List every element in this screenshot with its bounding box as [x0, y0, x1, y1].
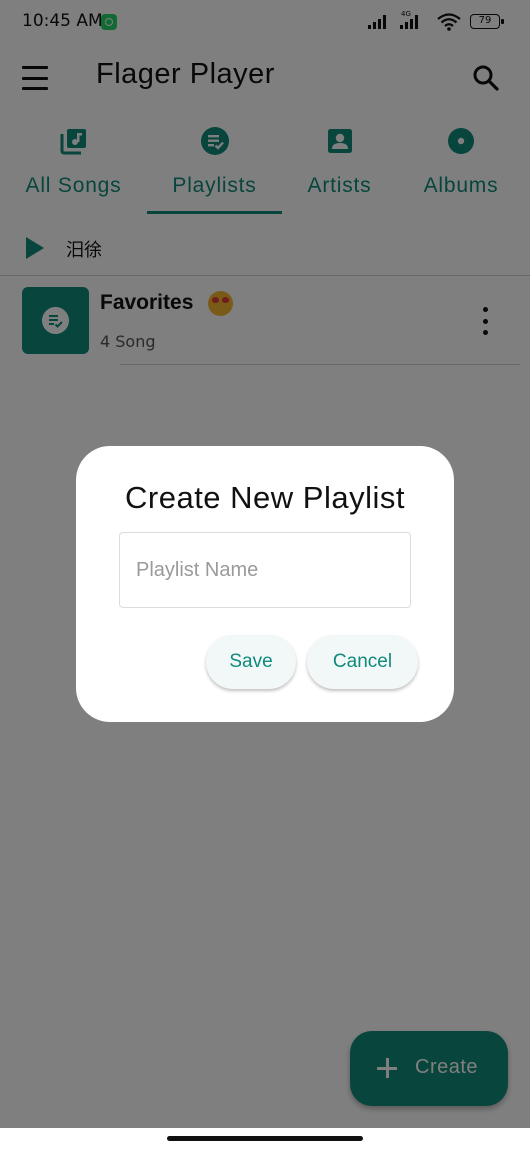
- app-screen: 10:45 AM 4G 79 Flager Player: [0, 0, 530, 1128]
- playlist-name-input[interactable]: [119, 532, 411, 608]
- create-playlist-dialog: Create New Playlist Save Cancel: [76, 446, 454, 722]
- cancel-button[interactable]: Cancel: [307, 635, 418, 689]
- save-button[interactable]: Save: [206, 635, 296, 689]
- dialog-title: Create New Playlist: [125, 480, 405, 515]
- system-nav-bar: [0, 1128, 530, 1150]
- home-indicator[interactable]: [167, 1136, 363, 1141]
